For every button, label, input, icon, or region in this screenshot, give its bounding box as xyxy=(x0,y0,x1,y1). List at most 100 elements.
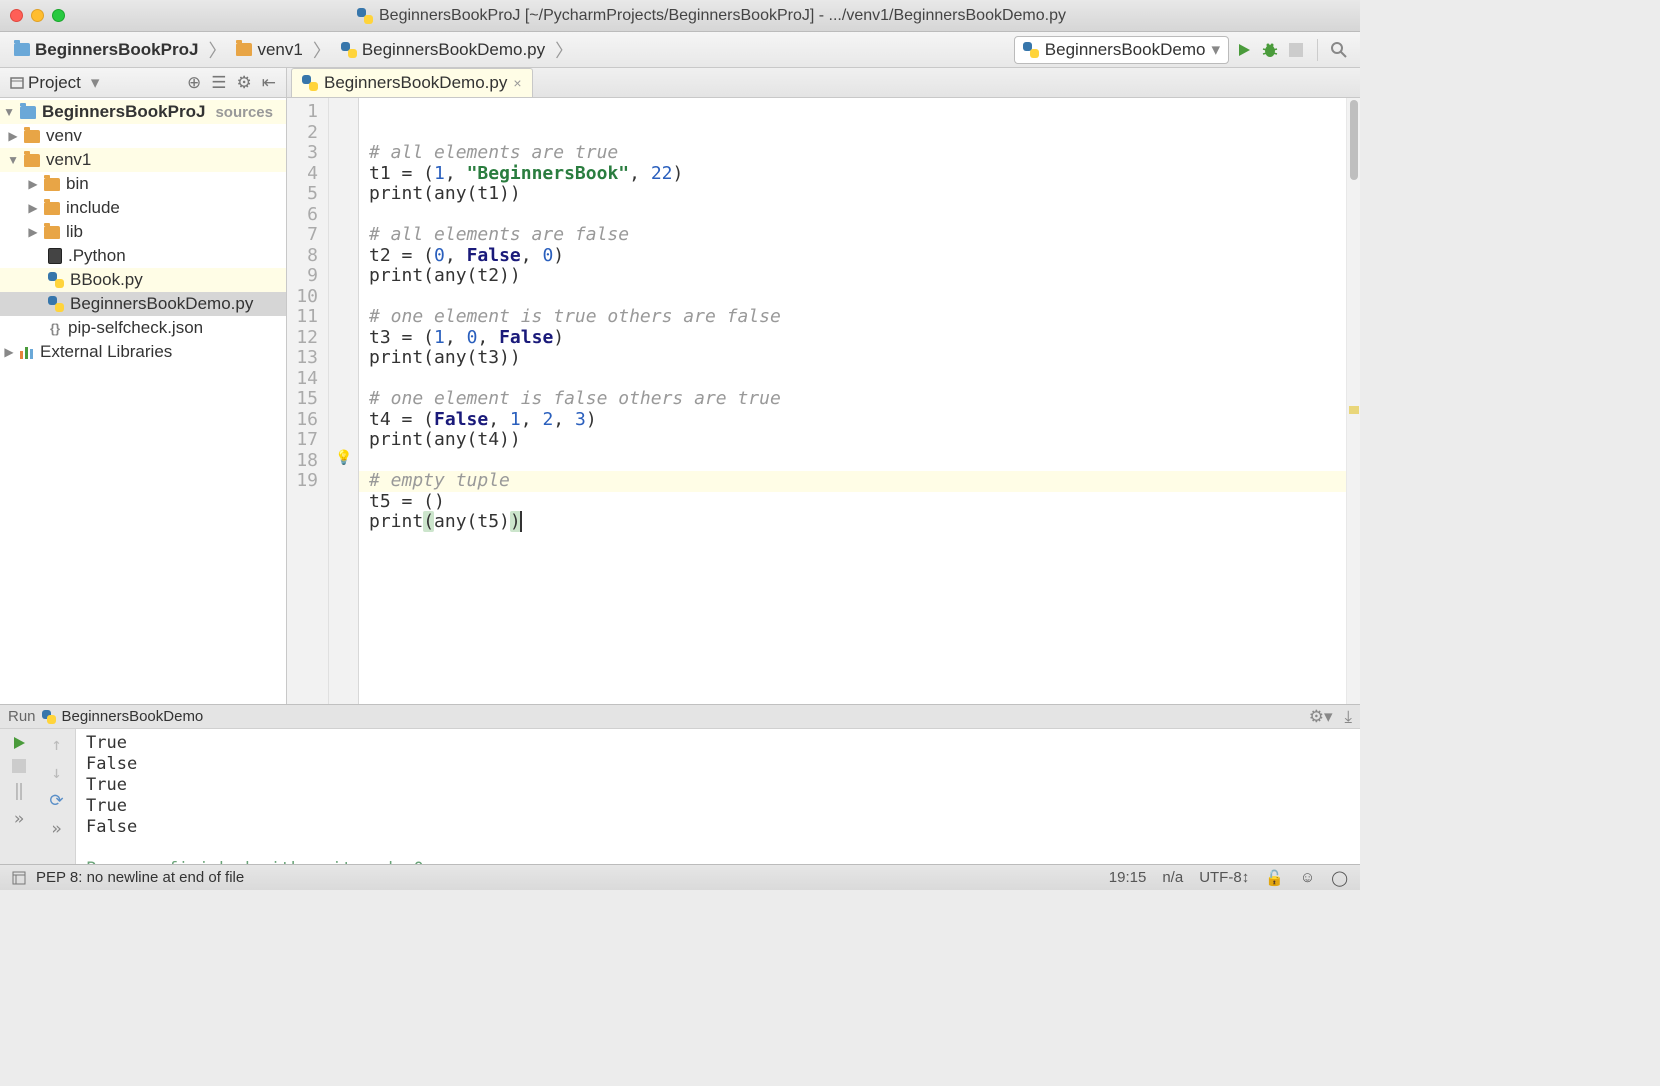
stop-button xyxy=(1285,39,1307,61)
run-title: Run xyxy=(8,708,36,725)
project-icon xyxy=(10,76,24,90)
chevron-right-icon: ▶ xyxy=(28,201,38,215)
tree-file-pip[interactable]: {} pip-selfcheck.json xyxy=(0,316,286,340)
hide-icon[interactable]: ⇤ xyxy=(262,73,276,93)
wrap-icon[interactable]: ⟳ xyxy=(49,791,63,811)
close-icon[interactable]: × xyxy=(513,75,521,91)
window-controls xyxy=(10,9,65,22)
lock-icon[interactable]: 🔓 xyxy=(1265,869,1284,887)
scroll-thumb[interactable] xyxy=(1350,100,1358,180)
output-line: False xyxy=(86,817,1350,838)
tree-file-bbook[interactable]: BBook.py xyxy=(0,268,286,292)
tree-file-demo[interactable]: BeginnersBookDemo.py xyxy=(0,292,286,316)
down-arrow-icon[interactable]: ↓ xyxy=(51,763,61,783)
tree-folder-bin[interactable]: ▶ bin xyxy=(0,172,286,196)
main-area: Project ▾ ⊕ ☰ ⚙ ⇤ ▼ BeginnersBookProJ so… xyxy=(0,68,1360,704)
tree-label: venv xyxy=(46,126,82,146)
output-line: True xyxy=(86,775,1350,796)
line-separator[interactable]: n/a xyxy=(1162,869,1183,886)
breadcrumb-folder[interactable]: venv1 xyxy=(232,38,306,62)
scroll-from-source-icon[interactable]: ⊕ xyxy=(187,73,201,93)
toolbar: BeginnersBookProJ 〉 venv1 〉 BeginnersBoo… xyxy=(0,32,1360,68)
tree-label: include xyxy=(66,198,120,218)
close-icon[interactable] xyxy=(10,9,23,22)
output-line: True xyxy=(86,733,1350,754)
notifications-icon[interactable]: ◯ xyxy=(1331,869,1348,887)
chevron-right-icon: 〉 xyxy=(555,37,573,63)
breadcrumb: BeginnersBookProJ 〉 venv1 〉 BeginnersBoo… xyxy=(10,37,1010,63)
tree-label: BBook.py xyxy=(70,270,143,290)
status-right: 19:15 n/a UTF-8↕ 🔓 ☺ ◯ xyxy=(1109,869,1348,887)
editor-area: BeginnersBookDemo.py × 1 2 3 4 5 6 7 8 9… xyxy=(287,68,1360,704)
chevron-right-icon: 〉 xyxy=(208,37,226,63)
inspector-icon[interactable]: ☺ xyxy=(1300,869,1315,886)
editor-scrollbar[interactable] xyxy=(1346,98,1360,704)
tree-file-python[interactable]: .Python xyxy=(0,244,286,268)
run-config-selector[interactable]: BeginnersBookDemo ▾ xyxy=(1014,36,1229,64)
project-view-selector[interactable]: Project ▾ xyxy=(10,73,99,93)
tool-window-icon[interactable] xyxy=(12,871,26,885)
up-arrow-icon[interactable]: ↑ xyxy=(51,735,61,755)
settings-icon[interactable]: ⚙ xyxy=(237,73,252,93)
tree-folder-venv[interactable]: ▶ venv xyxy=(0,124,286,148)
status-message: PEP 8: no newline at end of file xyxy=(36,869,244,886)
tree-folder-include[interactable]: ▶ include xyxy=(0,196,286,220)
run-output[interactable]: True False True True False Process finis… xyxy=(76,729,1360,864)
run-panel-header: Run BeginnersBookDemo ⚙▾ ⤓ xyxy=(0,705,1360,729)
editor-tabs: BeginnersBookDemo.py × xyxy=(287,68,1360,98)
breadcrumb-project[interactable]: BeginnersBookProJ xyxy=(10,38,202,62)
tree-folder-lib[interactable]: ▶ lib xyxy=(0,220,286,244)
maximize-icon[interactable] xyxy=(52,9,65,22)
process-exit-line: Process finished with exit code 0 xyxy=(86,859,1350,864)
tree-label: External Libraries xyxy=(40,342,172,362)
debug-button[interactable] xyxy=(1259,39,1281,61)
chevron-right-icon: 〉 xyxy=(313,37,331,63)
python-icon xyxy=(48,272,64,288)
code-area[interactable]: # all elements are true t1 = (1, "Beginn… xyxy=(359,98,1346,704)
tree-root[interactable]: ▼ BeginnersBookProJ sources xyxy=(0,100,286,124)
search-button[interactable] xyxy=(1328,39,1350,61)
warning-stripe-icon[interactable] xyxy=(1349,406,1359,414)
run-button[interactable] xyxy=(1233,39,1255,61)
breadcrumb-file[interactable]: BeginnersBookDemo.py xyxy=(337,38,549,62)
project-view-label: Project xyxy=(28,73,81,93)
intention-bulb-icon[interactable]: 💡 xyxy=(335,450,352,466)
download-icon[interactable]: ⤓ xyxy=(1344,707,1352,727)
run-controls-secondary: ↑ ↓ ⟳ » xyxy=(38,729,76,864)
chevron-right-icon: ▶ xyxy=(28,225,38,239)
python-icon xyxy=(42,710,56,724)
editor-tab[interactable]: BeginnersBookDemo.py × xyxy=(291,68,533,97)
chevron-down-icon: ▼ xyxy=(8,153,18,167)
output-line: True xyxy=(86,796,1350,817)
tree-folder-venv1[interactable]: ▼ venv1 xyxy=(0,148,286,172)
encoding[interactable]: UTF-8↕ xyxy=(1199,869,1249,886)
tree-label: venv1 xyxy=(46,150,91,170)
chevron-right-icon: ▶ xyxy=(8,129,18,143)
more-button[interactable]: » xyxy=(14,809,24,829)
run-config-label: BeginnersBookDemo xyxy=(1045,40,1206,60)
separator xyxy=(1317,39,1318,61)
run-config-name: BeginnersBookDemo xyxy=(62,708,204,725)
settings-icon[interactable]: ⚙▾ xyxy=(1309,707,1333,727)
tree-label: BeginnersBookDemo.py xyxy=(70,294,253,314)
rerun-button[interactable] xyxy=(11,735,27,751)
editor-body[interactable]: 1 2 3 4 5 6 7 8 9 10 11 12 13 14 15 16 1… xyxy=(287,98,1360,704)
folder-icon xyxy=(14,43,30,56)
breadcrumb-project-label: BeginnersBookProJ xyxy=(35,40,198,60)
cursor xyxy=(520,511,522,532)
folder-icon xyxy=(236,43,252,56)
minimize-icon[interactable] xyxy=(31,9,44,22)
more-button[interactable]: » xyxy=(51,819,61,839)
cursor-position[interactable]: 19:15 xyxy=(1109,869,1147,886)
tree-external-libs[interactable]: ▶ External Libraries xyxy=(0,340,286,364)
marker-gutter: 💡 xyxy=(329,98,359,704)
run-controls-primary: ‖ » xyxy=(0,729,38,864)
output-line: False xyxy=(86,754,1350,775)
tab-label: BeginnersBookDemo.py xyxy=(324,73,507,93)
folder-icon xyxy=(20,106,36,119)
run-header-tools: ⚙▾ ⤓ xyxy=(1309,707,1352,727)
breadcrumb-file-label: BeginnersBookDemo.py xyxy=(362,40,545,60)
chevron-right-icon: ▶ xyxy=(4,345,14,359)
python-icon xyxy=(341,42,357,58)
collapse-all-icon[interactable]: ☰ xyxy=(211,73,226,93)
